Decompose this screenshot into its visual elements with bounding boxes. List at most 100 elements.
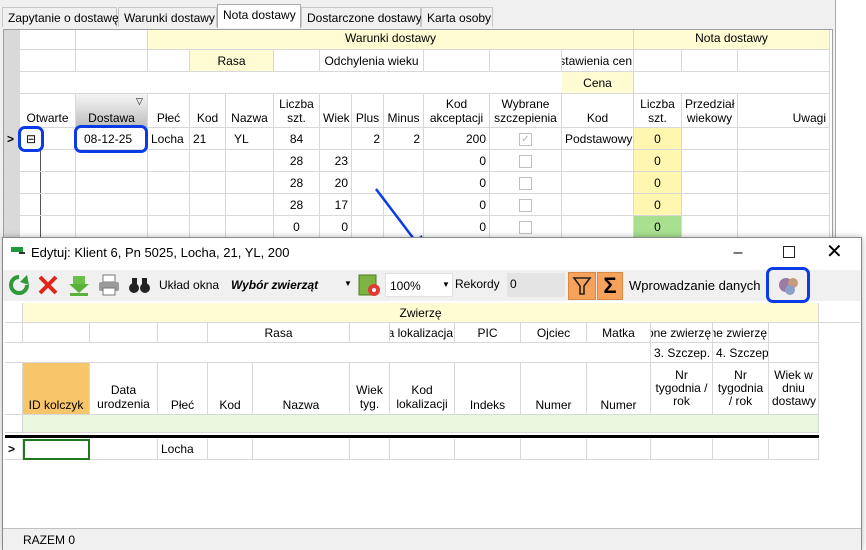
table-cell[interactable] <box>562 216 634 238</box>
table-cell[interactable] <box>76 150 148 172</box>
col-wybrane-szczepienia[interactable]: Wybrane szczepienia <box>490 94 562 128</box>
detail-liczba2[interactable]: 0 <box>634 216 682 238</box>
table-cell[interactable] <box>190 172 226 194</box>
col-minus[interactable]: Minus <box>384 94 424 128</box>
col-numer-matka[interactable]: Numer <box>587 363 651 415</box>
col-nazwa[interactable]: Nazwa <box>226 94 274 128</box>
animal-settings-icon[interactable] <box>357 273 381 297</box>
table-cell[interactable] <box>226 216 274 238</box>
vaccination-checkbox-checked[interactable]: ✓ <box>519 133 532 147</box>
tree-line[interactable] <box>20 150 76 172</box>
tab-warunki[interactable]: Warunki dostawy <box>118 7 217 27</box>
vaccination-checkbox[interactable] <box>519 199 532 213</box>
binoculars-icon[interactable] <box>127 273 151 297</box>
table-cell[interactable] <box>352 150 384 172</box>
vaccination-cell[interactable] <box>490 194 562 216</box>
detail-kod_akc[interactable]: 0 <box>424 150 490 172</box>
detail-wiek[interactable]: 17 <box>320 194 352 216</box>
col-uwagi[interactable]: Uwagi <box>738 94 830 128</box>
minimize-icon[interactable]: – <box>723 241 753 265</box>
table-cell[interactable] <box>738 216 830 238</box>
table-cell[interactable] <box>682 172 738 194</box>
tab-dostarczone[interactable]: Dostarczone dostawy <box>301 7 422 27</box>
table-cell[interactable] <box>738 172 830 194</box>
col-nr-tygodnia-3[interactable]: Nr tygodnia / rok <box>651 363 713 415</box>
vaccination-checkbox[interactable] <box>519 221 532 235</box>
filter-row[interactable] <box>23 415 819 433</box>
delete-icon[interactable] <box>36 273 60 297</box>
col-numer-ojciec[interactable]: Numer <box>521 363 587 415</box>
col-przedzial[interactable]: Przedział wiekowy <box>682 94 738 128</box>
table-cell[interactable] <box>562 150 634 172</box>
vaccination-cell[interactable] <box>490 216 562 238</box>
table-cell[interactable] <box>76 194 148 216</box>
filter-icon[interactable] <box>568 272 596 300</box>
vaccination-cell[interactable] <box>490 172 562 194</box>
col-liczba-nota[interactable]: Liczba szt. <box>634 94 682 128</box>
table-cell[interactable] <box>682 150 738 172</box>
close-icon[interactable]: ✕ <box>826 239 843 265</box>
detail-liczba2[interactable]: 0 <box>634 194 682 216</box>
col-plus[interactable]: Plus <box>352 94 384 128</box>
detail-kod_akc[interactable]: 0 <box>424 194 490 216</box>
col-plec-front[interactable]: Płeć <box>158 363 208 415</box>
tree-line[interactable] <box>20 172 76 194</box>
detail-wiek[interactable]: 0 <box>320 216 352 238</box>
detail-kod_akc[interactable]: 0 <box>424 216 490 238</box>
refresh-icon[interactable] <box>7 273 31 297</box>
col-wiek-tyg[interactable]: Wiek tyg. <box>350 363 390 415</box>
col-id-kolczyk[interactable]: ID kolczyk <box>23 363 90 415</box>
row-nazwa[interactable]: YL <box>226 128 274 150</box>
vaccination-cell[interactable] <box>490 150 562 172</box>
tree-line[interactable] <box>20 194 76 216</box>
col-data-urodzenia[interactable]: Data urodzenia <box>90 363 158 415</box>
vaccination-checkbox[interactable] <box>519 177 532 191</box>
sum-icon[interactable]: Σ <box>597 272 623 300</box>
row-kod-akceptacji[interactable]: 200 <box>424 128 490 150</box>
table-cell[interactable] <box>148 150 190 172</box>
layout-select[interactable]: Wybór zwierząt ▼ <box>228 273 352 297</box>
col-wiek-w-dniu[interactable]: Wiek w dniu dostawy <box>769 363 819 415</box>
table-cell[interactable] <box>76 172 148 194</box>
row-minus[interactable]: 2 <box>384 128 424 150</box>
table-cell[interactable] <box>226 194 274 216</box>
table-cell[interactable] <box>148 194 190 216</box>
col-kod-lokalizacji[interactable]: Kod lokalizacji <box>390 363 455 415</box>
col-nazwa-front[interactable]: Nazwa <box>253 363 350 415</box>
table-cell[interactable] <box>384 150 424 172</box>
id-kolczyk-input[interactable] <box>23 439 90 460</box>
table-cell[interactable] <box>738 194 830 216</box>
row-plus[interactable]: 2 <box>352 128 384 150</box>
detail-liczba2[interactable]: 0 <box>634 172 682 194</box>
table-cell[interactable] <box>226 172 274 194</box>
col-nr-tygodnia-4[interactable]: Nr tygodnia / rok <box>713 363 769 415</box>
col-kod-akceptacji[interactable]: Kod akceptacji <box>424 94 490 128</box>
table-cell[interactable] <box>562 194 634 216</box>
detail-wiek[interactable]: 23 <box>320 150 352 172</box>
table-cell[interactable] <box>226 150 274 172</box>
print-icon[interactable] <box>97 273 121 297</box>
table-cell[interactable] <box>682 216 738 238</box>
table-cell[interactable] <box>148 172 190 194</box>
import-icon[interactable] <box>67 273 91 297</box>
col-liczba[interactable]: Liczba szt. <box>274 94 320 128</box>
table-cell[interactable] <box>562 172 634 194</box>
col-indeks[interactable]: Indeks <box>455 363 521 415</box>
maximize-icon[interactable] <box>783 246 795 258</box>
table-cell[interactable] <box>76 216 148 238</box>
row-liczba[interactable]: 84 <box>274 128 320 150</box>
detail-wiek[interactable]: 20 <box>320 172 352 194</box>
detail-liczba2[interactable]: 0 <box>634 150 682 172</box>
detail-liczba[interactable]: 28 <box>274 150 320 172</box>
detail-liczba[interactable]: 28 <box>274 194 320 216</box>
detail-liczba[interactable]: 0 <box>274 216 320 238</box>
vaccination-checkbox[interactable] <box>519 155 532 169</box>
detail-liczba[interactable]: 28 <box>274 172 320 194</box>
entry-plec[interactable]: Locha <box>158 439 208 460</box>
zoom-select[interactable]: 100% ▼ <box>385 273 453 297</box>
row-plec[interactable]: Locha <box>148 128 190 150</box>
row-kod[interactable]: 21 <box>190 128 226 150</box>
detail-kod_akc[interactable]: 0 <box>424 172 490 194</box>
table-cell[interactable] <box>190 194 226 216</box>
row-cena[interactable]: Podstawowy <box>562 128 634 150</box>
